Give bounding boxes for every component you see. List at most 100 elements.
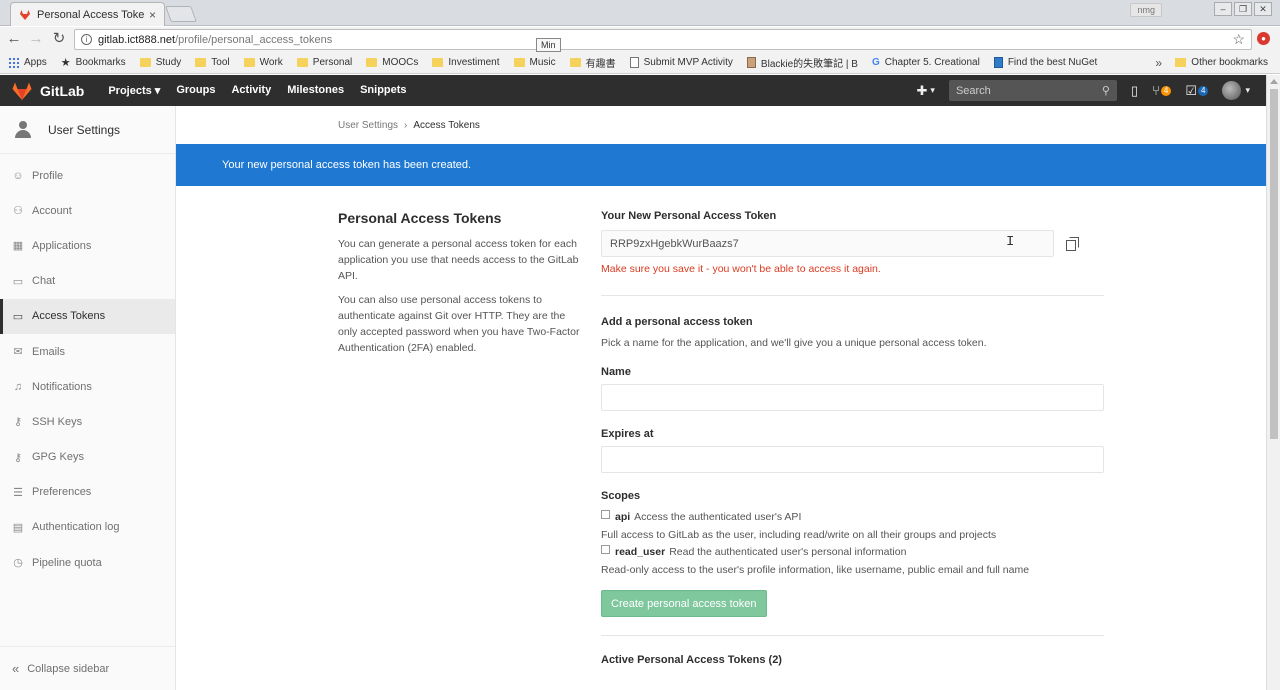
bookmark-page[interactable]: G Chapter 5. Creational bbox=[872, 57, 980, 68]
sidebar-toggle-icon[interactable]: ▯ bbox=[1131, 83, 1138, 99]
scopes-label: Scopes bbox=[601, 490, 641, 502]
applications-icon: ▦ bbox=[12, 240, 24, 253]
scope-api-checkbox[interactable] bbox=[601, 510, 610, 519]
bookmark-bookmarks[interactable]: ★ Bookmarks bbox=[61, 56, 126, 69]
new-token-row: RRP9zxHgebkWurBaazs7 I bbox=[601, 230, 1104, 257]
sidebar-header[interactable]: User Settings bbox=[0, 106, 175, 154]
bookmark-folder[interactable]: Work bbox=[243, 57, 283, 68]
sidebar-item-applications[interactable]: ▦ Applications bbox=[0, 228, 175, 263]
breadcrumb: User Settings › Access Tokens bbox=[338, 120, 480, 131]
sidebar-item-chat[interactable]: ▭ Chat bbox=[0, 264, 175, 299]
new-token-field[interactable]: RRP9zxHgebkWurBaazs7 bbox=[601, 230, 1054, 257]
bell-icon: ♫ bbox=[13, 380, 23, 393]
add-token-title: Add a personal access token bbox=[601, 316, 753, 328]
new-plus-icon[interactable]: ✚ ▾ bbox=[917, 83, 935, 99]
nav-milestones[interactable]: Milestones bbox=[287, 84, 344, 97]
scope-api-name: api bbox=[615, 510, 631, 523]
search-icon: ⚲ bbox=[1101, 85, 1110, 97]
bookmark-star-icon[interactable]: ☆ bbox=[1232, 31, 1245, 48]
extension-icon[interactable]: ● bbox=[1257, 32, 1270, 45]
gitlab-logo[interactable]: GitLab bbox=[12, 82, 84, 100]
intro-column: Personal Access Tokens You can generate … bbox=[338, 210, 580, 364]
name-label: Name bbox=[601, 366, 631, 378]
scope-read-user-description: Read-only access to the user's profile i… bbox=[601, 564, 1030, 576]
url-input[interactable]: i gitlab.ict888.net/profile/personal_acc… bbox=[74, 29, 1252, 50]
breadcrumb-current[interactable]: Access Tokens bbox=[413, 120, 480, 131]
sidebar-item-ssh-keys[interactable]: ⚷ SSH Keys bbox=[0, 404, 175, 439]
browser-tab[interactable]: Personal Access Tokens × bbox=[10, 2, 165, 26]
browser-tab-bar: Personal Access Tokens × nmg – ❐ ✕ bbox=[0, 0, 1280, 26]
sidebar-item-emails[interactable]: ✉ Emails bbox=[0, 334, 175, 369]
sidebar-item-authentication-log[interactable]: ▤ Authentication log bbox=[0, 510, 175, 545]
back-arrow-icon[interactable]: ← bbox=[6, 31, 22, 47]
bookmark-folder[interactable]: 有趣書 bbox=[569, 55, 616, 70]
folder-icon bbox=[139, 58, 151, 67]
merge-requests-icon[interactable]: ⑂ 4 bbox=[1152, 83, 1172, 98]
flash-notice: Your new personal access token has been … bbox=[176, 144, 1266, 186]
nav-snippets[interactable]: Snippets bbox=[360, 84, 406, 97]
breadcrumb-user-settings[interactable]: User Settings bbox=[338, 120, 398, 131]
scroll-thumb[interactable] bbox=[1270, 89, 1278, 439]
clock-icon: ◷ bbox=[13, 557, 23, 570]
tab-title: Personal Access Tokens bbox=[37, 8, 145, 21]
bookmark-folder[interactable]: Study bbox=[139, 57, 181, 68]
header-right: ✚ ▾ Search ⚲ ▯ ⑂ 4 ☑ 4 ▾ bbox=[917, 75, 1250, 106]
double-chevron-left-icon: « bbox=[12, 661, 20, 676]
bookmark-page[interactable]: Submit MVP Activity bbox=[629, 57, 733, 68]
page-scrollbar[interactable] bbox=[1266, 75, 1280, 690]
token-name-input[interactable] bbox=[601, 384, 1104, 411]
sidebar-item-pipeline-quota[interactable]: ◷ Pipeline quota bbox=[0, 545, 175, 580]
sidebar-item-access-tokens[interactable]: ▭ Access Tokens bbox=[0, 298, 175, 334]
minimize-button[interactable]: – bbox=[1214, 2, 1232, 16]
info-icon[interactable]: i bbox=[81, 34, 92, 45]
create-token-button[interactable]: Create personal access token bbox=[601, 590, 767, 617]
chevron-down-icon: ▾ bbox=[1245, 85, 1250, 95]
new-token-label: Your New Personal Access Token bbox=[601, 210, 777, 222]
collapse-sidebar-button[interactable]: « Collapse sidebar bbox=[0, 646, 175, 690]
scope-api: api Access the authenticated user's API bbox=[601, 510, 1104, 523]
expires-at-input[interactable] bbox=[601, 446, 1104, 473]
close-window-button[interactable]: ✕ bbox=[1254, 2, 1272, 16]
scroll-up-arrow-icon[interactable] bbox=[1270, 79, 1278, 84]
nav-groups[interactable]: Groups bbox=[176, 84, 215, 97]
apps-grid-icon bbox=[8, 57, 19, 68]
sidebar-item-preferences[interactable]: ☰ Preferences bbox=[0, 475, 175, 510]
window-user-badge[interactable]: nmg bbox=[1130, 3, 1162, 17]
bookmark-page[interactable]: Find the best NuGet bbox=[993, 57, 1097, 68]
divider bbox=[601, 295, 1104, 296]
bookmark-page[interactable]: Blackie的失敗筆記 | B bbox=[746, 55, 858, 70]
todos-icon[interactable]: ☑ 4 bbox=[1185, 83, 1209, 99]
bookmark-folder[interactable]: Personal bbox=[296, 57, 352, 68]
token-form-column: Your New Personal Access Token RRP9zxHge… bbox=[601, 210, 1104, 666]
new-tab-button[interactable] bbox=[165, 6, 197, 22]
avatar-icon bbox=[746, 57, 756, 68]
tab-close-icon[interactable]: × bbox=[149, 8, 156, 22]
sliders-icon: ☰ bbox=[13, 486, 23, 499]
bookmark-folder[interactable]: Investiment bbox=[432, 57, 500, 68]
copy-to-clipboard-icon[interactable] bbox=[1063, 236, 1079, 252]
page-icon bbox=[629, 57, 639, 68]
restore-button[interactable]: ❐ bbox=[1234, 2, 1252, 16]
nav-projects[interactable]: Projects ▾ bbox=[108, 84, 160, 97]
chat-icon: ▭ bbox=[12, 275, 24, 288]
nuget-icon bbox=[993, 57, 1003, 68]
reload-icon[interactable]: ↻ bbox=[51, 31, 67, 47]
bookmarks-overflow-button[interactable]: » bbox=[1155, 56, 1162, 70]
search-input[interactable]: Search ⚲ bbox=[948, 80, 1117, 101]
other-bookmarks[interactable]: Other bookmarks bbox=[1175, 57, 1268, 68]
sidebar-item-gpg-keys[interactable]: ⚷ GPG Keys bbox=[0, 440, 175, 475]
nav-activity[interactable]: Activity bbox=[231, 84, 271, 97]
active-tokens-title: Active Personal Access Tokens (2) bbox=[601, 654, 782, 666]
scope-read-user-checkbox[interactable] bbox=[601, 545, 610, 554]
sidebar-item-notifications[interactable]: ♫ Notifications bbox=[0, 369, 175, 404]
folder-icon bbox=[366, 58, 378, 67]
scope-api-short: Access the authenticated user's API bbox=[634, 510, 802, 523]
bookmark-folder[interactable]: Tool bbox=[195, 57, 230, 68]
forward-arrow-icon[interactable]: → bbox=[28, 31, 44, 47]
sidebar-item-profile[interactable]: ☺ Profile bbox=[0, 158, 175, 193]
bookmark-folder[interactable]: Music bbox=[513, 57, 556, 68]
sidebar-item-account[interactable]: ⚇ Account bbox=[0, 193, 175, 228]
user-menu[interactable]: ▾ bbox=[1222, 81, 1250, 100]
bookmark-apps[interactable]: Apps bbox=[8, 57, 47, 68]
bookmark-folder[interactable]: MOOCs bbox=[366, 57, 418, 68]
